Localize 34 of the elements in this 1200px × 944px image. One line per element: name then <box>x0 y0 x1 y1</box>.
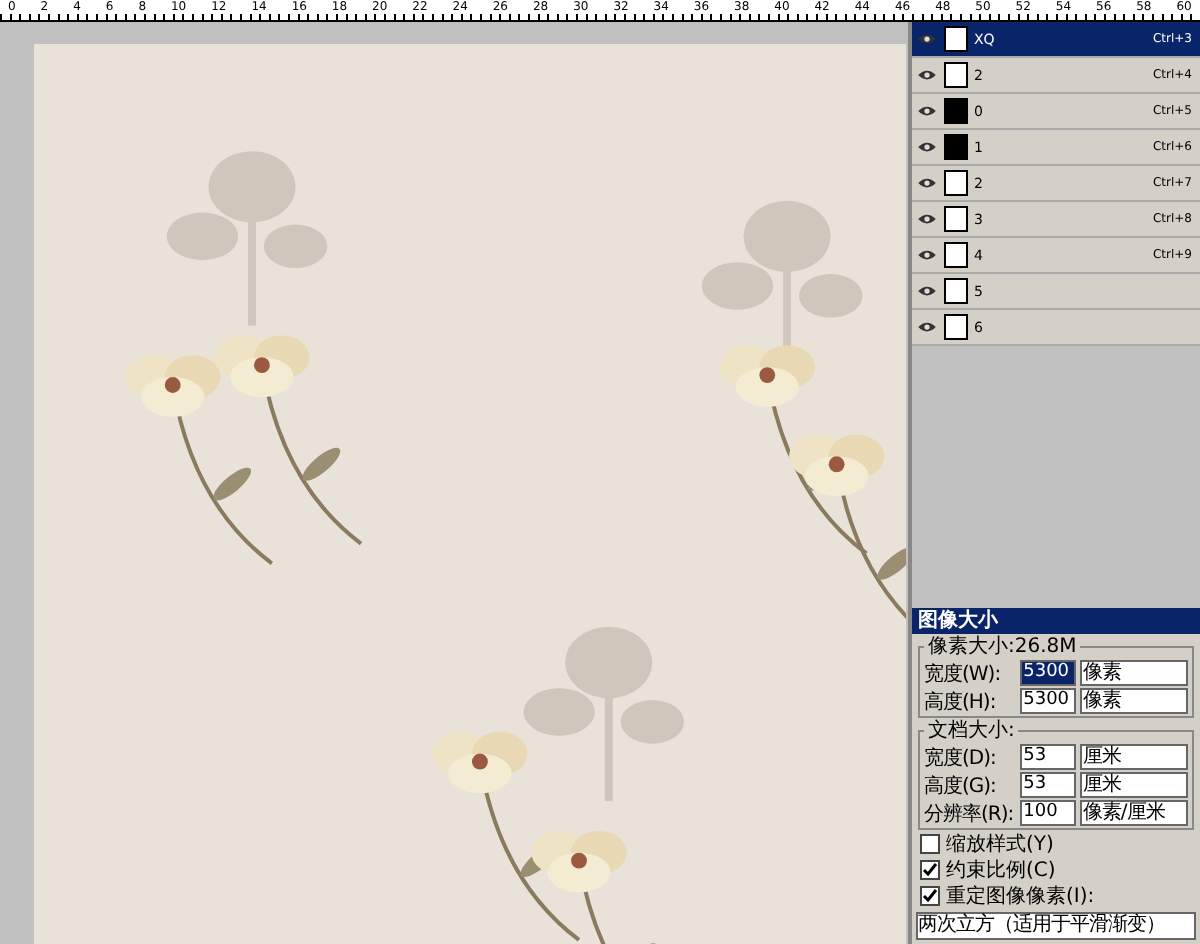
unit-dropdown[interactable]: 像素/厘米 <box>1080 800 1188 826</box>
unit-dropdown[interactable]: 厘米 <box>1080 744 1188 770</box>
checkbox-label: 重定图像像素(I): <box>946 883 1095 910</box>
eye-icon[interactable] <box>916 212 938 226</box>
input-field[interactable]: 53 <box>1019 772 1077 798</box>
eye-icon[interactable] <box>916 140 938 154</box>
dialog-title: 图像大小 <box>912 608 1200 634</box>
field-label: 高度(G): <box>924 773 998 799</box>
field-label: 宽度(D): <box>924 745 998 771</box>
checkbox-label: 约束比例(C) <box>946 857 1056 884</box>
group-legend: 文档大小: <box>924 720 1019 742</box>
eye-icon[interactable] <box>916 320 938 334</box>
resample-dropdown[interactable]: 两次立方（适用于平滑渐变） <box>916 912 1196 940</box>
input-field[interactable]: 100 <box>1019 800 1077 826</box>
unit-dropdown[interactable]: 像素 <box>1080 688 1188 714</box>
group-legend: 像素大小:26.8M <box>924 636 1081 658</box>
unit-dropdown[interactable]: 厘米 <box>1080 772 1188 798</box>
checkbox[interactable] <box>920 860 940 880</box>
field-label: 高度(H): <box>924 689 998 715</box>
input-field[interactable]: 5300 <box>1019 660 1077 686</box>
checkbox[interactable] <box>920 834 940 854</box>
input-field[interactable]: 53 <box>1019 744 1077 770</box>
eye-icon[interactable] <box>916 68 938 82</box>
eye-icon[interactable] <box>916 248 938 262</box>
checkbox[interactable] <box>920 886 940 906</box>
input-field[interactable]: 5300 <box>1019 688 1077 714</box>
eye-icon[interactable] <box>916 104 938 118</box>
eye-icon[interactable] <box>916 32 938 46</box>
field-label: 分辨率(R): <box>924 801 1016 827</box>
eye-icon[interactable] <box>916 176 938 190</box>
field-label: 宽度(W): <box>924 661 1003 687</box>
unit-dropdown[interactable]: 像素 <box>1080 660 1188 686</box>
eye-icon[interactable] <box>916 284 938 298</box>
checkbox-label: 缩放样式(Y) <box>946 831 1054 858</box>
